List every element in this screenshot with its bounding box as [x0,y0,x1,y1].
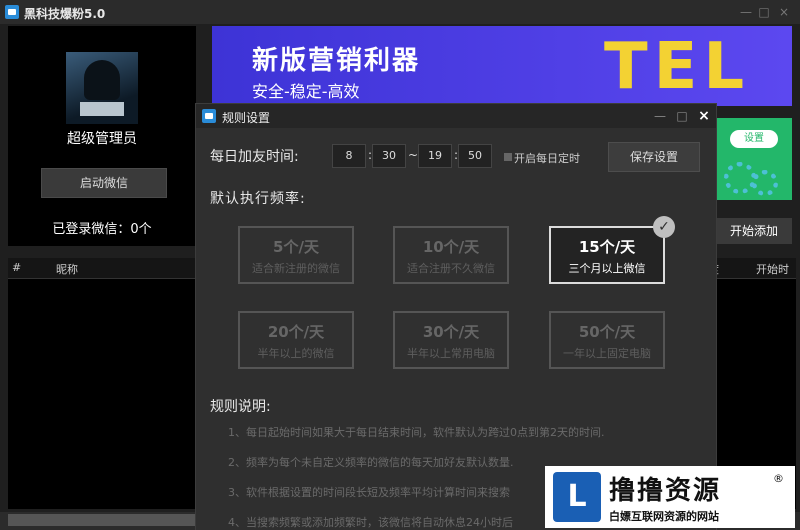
gear-icon [724,162,756,194]
daily-time-label: 每日加友时间: [210,149,299,165]
banner-subtitle: 安全-稳定-高效 [252,82,360,101]
frequency-desc: 半年以上常用电脑 [407,347,495,360]
save-settings-button[interactable]: 保存设置 [608,142,700,172]
frequency-value: 5个/天 [273,238,319,256]
frequency-value: 30个/天 [422,323,480,341]
promo-banner[interactable]: 新版营销利器 安全-稳定-高效 TEL [212,26,792,106]
title-bar: 黑科技爆粉5.0 — □ × [0,0,800,24]
frequency-value: 10个/天 [422,238,480,256]
laptop-icon [80,102,124,116]
hacker-hood-icon [84,60,120,100]
frequency-option-50[interactable]: 50个/天 一年以上固定电脑 [549,311,665,369]
frequency-option-20[interactable]: 20个/天 半年以上的微信 [238,311,354,369]
window-title: 黑科技爆粉5.0 [24,7,106,21]
rule-text: 1、每日起始时间如果大于每日结束时间，软件默认为跨过0点到第2天的时间. [228,426,605,439]
frequency-option-10[interactable]: 10个/天 适合注册不久微信 [393,226,509,284]
dialog-title-bar: 规则设置 — □ × [196,104,716,128]
horizontal-scrollbar[interactable] [8,514,196,526]
maximize-button[interactable]: □ [756,4,772,20]
dialog-app-icon [202,109,216,123]
start-wechat-button[interactable]: 启动微信 [41,168,167,198]
avatar [66,52,138,124]
app-icon [5,5,19,19]
watermark-title: 撸撸资源 [609,476,722,506]
start-add-button[interactable]: 开始添加 [716,218,792,244]
gear-icon [752,170,778,196]
column-header-index[interactable]: # [12,261,21,274]
column-header-nickname[interactable]: 昵称 [56,261,78,277]
account-panel: 超级管理员 启动微信 已登录微信：0个 [8,26,196,246]
watermark: L 撸撸资源 ® 白嫖互联网资源的网站 [545,466,795,528]
start-hour-input[interactable]: 8 [332,144,366,168]
user-name: 超级管理员 [67,131,137,147]
frequency-desc: 一年以上固定电脑 [563,347,651,360]
dialog-minimize-button[interactable]: — [652,108,668,124]
settings-button[interactable]: 设置 [730,130,778,148]
daily-timer-label[interactable]: 开启每日定时 [514,150,580,166]
frequency-option-5[interactable]: 5个/天 适合新注册的微信 [238,226,354,284]
watermark-subtitle: 白嫖互联网资源的网站 [609,510,719,523]
dialog-close-button[interactable]: × [696,108,712,124]
frequency-option-30[interactable]: 30个/天 半年以上常用电脑 [393,311,509,369]
banner-brand: TEL [604,30,751,104]
frequency-desc: 适合新注册的微信 [252,262,340,275]
rules-label: 规则说明: [210,399,271,415]
frequency-desc: 半年以上的微信 [257,347,335,360]
dialog-title: 规则设置 [222,111,271,125]
frequency-desc: 适合注册不久微信 [407,262,495,275]
selected-check-icon: ✓ [653,216,675,238]
frequency-desc: 三个月以上微信 [568,262,646,275]
end-hour-input[interactable]: 19 [418,144,452,168]
settings-card[interactable]: 设置 [716,118,792,200]
frequency-option-15[interactable]: 15个/天 三个月以上微信 ✓ [549,216,675,284]
daily-timer-checkbox[interactable] [504,153,512,161]
rule-text: 4、当搜索频繁或添加频繁时，该微信将自动休息24小时后 [228,516,513,529]
banner-title: 新版营销利器 [252,46,421,76]
minimize-button[interactable]: — [738,4,754,20]
end-minute-input[interactable]: 50 [458,144,492,168]
frequency-value: 50个/天 [578,323,636,341]
rule-text: 2、频率为每个未自定义频率的微信的每天加好友默认数量. [228,456,514,469]
start-minute-input[interactable]: 30 [372,144,406,168]
frequency-label: 默认执行频率: [210,191,306,207]
frequency-value: 15个/天 [578,238,636,256]
watermark-logo: L [553,472,601,522]
dialog-maximize-button[interactable]: □ [674,108,690,124]
registered-mark: ® [773,472,784,485]
time-range-dash: ~ [408,148,419,162]
logged-in-count: 已登录微信：0个 [52,222,152,237]
frequency-value: 20个/天 [267,323,325,341]
grid-body [8,279,196,509]
close-button[interactable]: × [776,4,792,20]
rule-text: 3、软件根据设置的时间段长短及频率平均计算时间来搜索 [228,486,510,499]
